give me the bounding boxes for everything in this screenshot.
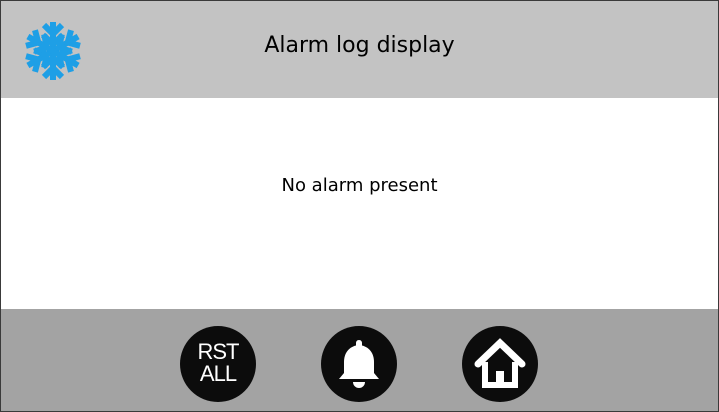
home-button[interactable] (462, 326, 538, 402)
bell-icon (339, 340, 379, 388)
reset-all-button[interactable]: RST ALL (180, 326, 256, 402)
alarm-list-area: No alarm present (1, 98, 718, 309)
alarm-log-screen: Alarm log display No alarm present RST A… (0, 0, 719, 412)
alarm-button[interactable] (321, 326, 397, 402)
reset-all-label-line1: RST (197, 339, 240, 364)
footer-bar: RST ALL (1, 309, 718, 411)
page-title: Alarm log display (264, 33, 455, 58)
home-icon (474, 338, 526, 388)
no-alarm-message: No alarm present (281, 175, 438, 196)
reset-all-label: RST ALL (180, 341, 256, 385)
header-bar: Alarm log display (1, 1, 718, 98)
reset-all-label-line2: ALL (199, 361, 237, 386)
